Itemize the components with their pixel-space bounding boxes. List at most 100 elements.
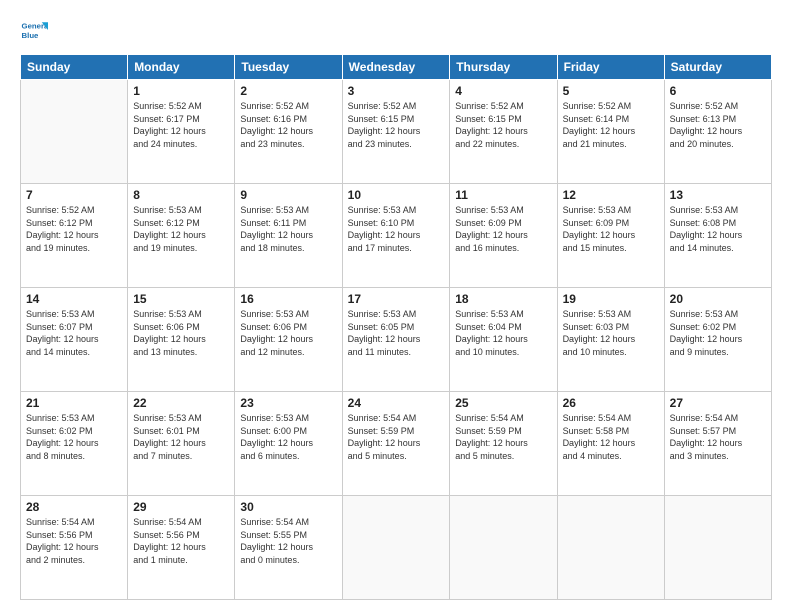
day-number: 12 bbox=[563, 188, 659, 202]
day-number: 8 bbox=[133, 188, 229, 202]
weekday-header-thursday: Thursday bbox=[450, 55, 557, 80]
day-detail: Sunrise: 5:53 AM Sunset: 6:08 PM Dayligh… bbox=[670, 204, 766, 254]
day-detail: Sunrise: 5:54 AM Sunset: 5:59 PM Dayligh… bbox=[455, 412, 551, 462]
day-detail: Sunrise: 5:53 AM Sunset: 6:12 PM Dayligh… bbox=[133, 204, 229, 254]
day-detail: Sunrise: 5:54 AM Sunset: 5:56 PM Dayligh… bbox=[26, 516, 122, 566]
calendar-cell: 3Sunrise: 5:52 AM Sunset: 6:15 PM Daylig… bbox=[342, 80, 450, 184]
week-row-3: 14 Sunrise: 5:53 AM Sunset: 6:07 PM Dayli… bbox=[21, 288, 772, 392]
day-number: 17 bbox=[348, 292, 445, 306]
day-number: 14 bbox=[26, 292, 122, 306]
calendar-cell bbox=[21, 80, 128, 184]
day-detail: Sunrise: 5:52 AM Sunset: 6:15 PM Dayligh… bbox=[455, 100, 551, 150]
day-number: 1 bbox=[133, 84, 229, 98]
calendar-cell: 1 Sunrise: 5:52 AM Sunset: 6:17 PM Daylig… bbox=[128, 80, 235, 184]
weekday-header-tuesday: Tuesday bbox=[235, 55, 342, 80]
calendar-cell: 24 Sunrise: 5:54 AM Sunset: 5:59 PM Dayli… bbox=[342, 392, 450, 496]
day-detail: Sunrise: 5:52 AM Sunset: 6:16 PM Dayligh… bbox=[240, 100, 336, 150]
day-number: 16 bbox=[240, 292, 336, 306]
page: General Blue SundayMondayTuesdayWednesda… bbox=[0, 0, 792, 612]
calendar-cell: 4 Sunrise: 5:52 AM Sunset: 6:15 PM Daylig… bbox=[450, 80, 557, 184]
calendar-cell: 10 Sunrise: 5:53 AM Sunset: 6:10 PM Dayli… bbox=[342, 184, 450, 288]
day-number: 7 bbox=[26, 188, 122, 202]
day-number: 11 bbox=[455, 188, 551, 202]
calendar-cell: 2 Sunrise: 5:52 AM Sunset: 6:16 PM Daylig… bbox=[235, 80, 342, 184]
calendar-cell: 6Sunrise: 5:52 AM Sunset: 6:13 PM Daylig… bbox=[664, 80, 771, 184]
day-detail: Sunrise: 5:53 AM Sunset: 6:03 PM Dayligh… bbox=[563, 308, 659, 358]
calendar-cell: 23 Sunrise: 5:53 AM Sunset: 6:00 PM Dayli… bbox=[235, 392, 342, 496]
day-detail: Sunrise: 5:53 AM Sunset: 6:09 PM Dayligh… bbox=[563, 204, 659, 254]
day-detail: Sunrise: 5:52 AM Sunset: 6:14 PM Dayligh… bbox=[563, 100, 659, 150]
day-detail: Sunrise: 5:52 AM Sunset: 6:15 PM Dayligh… bbox=[348, 100, 445, 150]
calendar-cell: 8 Sunrise: 5:53 AM Sunset: 6:12 PM Daylig… bbox=[128, 184, 235, 288]
day-detail: Sunrise: 5:53 AM Sunset: 6:06 PM Dayligh… bbox=[240, 308, 336, 358]
calendar-cell: 29 Sunrise: 5:54 AM Sunset: 5:56 PM Dayli… bbox=[128, 496, 235, 600]
weekday-header-saturday: Saturday bbox=[664, 55, 771, 80]
day-detail: Sunrise: 5:53 AM Sunset: 6:02 PM Dayligh… bbox=[26, 412, 122, 462]
week-row-4: 21 Sunrise: 5:53 AM Sunset: 6:02 PM Dayli… bbox=[21, 392, 772, 496]
day-number: 10 bbox=[348, 188, 445, 202]
day-detail: Sunrise: 5:53 AM Sunset: 6:05 PM Dayligh… bbox=[348, 308, 445, 358]
day-number: 26 bbox=[563, 396, 659, 410]
day-number: 13 bbox=[670, 188, 766, 202]
weekday-header-row: SundayMondayTuesdayWednesdayThursdayFrid… bbox=[21, 55, 772, 80]
day-number: 15 bbox=[133, 292, 229, 306]
calendar-cell: 28 Sunrise: 5:54 AM Sunset: 5:56 PM Dayli… bbox=[21, 496, 128, 600]
week-row-5: 28 Sunrise: 5:54 AM Sunset: 5:56 PM Dayli… bbox=[21, 496, 772, 600]
weekday-header-sunday: Sunday bbox=[21, 55, 128, 80]
day-number: 24 bbox=[348, 396, 445, 410]
day-number: 21 bbox=[26, 396, 122, 410]
day-number: 19 bbox=[563, 292, 659, 306]
calendar-cell: 12 Sunrise: 5:53 AM Sunset: 6:09 PM Dayli… bbox=[557, 184, 664, 288]
calendar-cell: 21 Sunrise: 5:53 AM Sunset: 6:02 PM Dayli… bbox=[21, 392, 128, 496]
calendar-table: SundayMondayTuesdayWednesdayThursdayFrid… bbox=[20, 54, 772, 600]
day-detail: Sunrise: 5:54 AM Sunset: 5:56 PM Dayligh… bbox=[133, 516, 229, 566]
day-detail: Sunrise: 5:52 AM Sunset: 6:13 PM Dayligh… bbox=[670, 100, 766, 150]
day-number: 2 bbox=[240, 84, 336, 98]
day-detail: Sunrise: 5:53 AM Sunset: 6:10 PM Dayligh… bbox=[348, 204, 445, 254]
weekday-header-monday: Monday bbox=[128, 55, 235, 80]
day-number: 22 bbox=[133, 396, 229, 410]
calendar-cell: 25 Sunrise: 5:54 AM Sunset: 5:59 PM Dayli… bbox=[450, 392, 557, 496]
day-detail: Sunrise: 5:52 AM Sunset: 6:17 PM Dayligh… bbox=[133, 100, 229, 150]
svg-text:Blue: Blue bbox=[22, 31, 40, 40]
day-detail: Sunrise: 5:54 AM Sunset: 5:57 PM Dayligh… bbox=[670, 412, 766, 462]
day-detail: Sunrise: 5:53 AM Sunset: 6:01 PM Dayligh… bbox=[133, 412, 229, 462]
calendar-cell: 20 Sunrise: 5:53 AM Sunset: 6:02 PM Dayli… bbox=[664, 288, 771, 392]
day-number: 27 bbox=[670, 396, 766, 410]
calendar-cell bbox=[342, 496, 450, 600]
day-detail: Sunrise: 5:53 AM Sunset: 6:07 PM Dayligh… bbox=[26, 308, 122, 358]
calendar-cell: 14 Sunrise: 5:53 AM Sunset: 6:07 PM Dayli… bbox=[21, 288, 128, 392]
day-number: 29 bbox=[133, 500, 229, 514]
day-detail: Sunrise: 5:53 AM Sunset: 6:00 PM Dayligh… bbox=[240, 412, 336, 462]
day-detail: Sunrise: 5:54 AM Sunset: 5:59 PM Dayligh… bbox=[348, 412, 445, 462]
day-number: 23 bbox=[240, 396, 336, 410]
calendar-cell: 15Sunrise: 5:53 AM Sunset: 6:06 PM Dayli… bbox=[128, 288, 235, 392]
day-number: 9 bbox=[240, 188, 336, 202]
weekday-header-wednesday: Wednesday bbox=[342, 55, 450, 80]
calendar-cell: 7 Sunrise: 5:52 AM Sunset: 6:12 PM Daylig… bbox=[21, 184, 128, 288]
day-detail: Sunrise: 5:53 AM Sunset: 6:11 PM Dayligh… bbox=[240, 204, 336, 254]
calendar-cell: 5 Sunrise: 5:52 AM Sunset: 6:14 PM Daylig… bbox=[557, 80, 664, 184]
calendar-cell: 17 Sunrise: 5:53 AM Sunset: 6:05 PM Dayli… bbox=[342, 288, 450, 392]
day-number: 5 bbox=[563, 84, 659, 98]
weekday-header-friday: Friday bbox=[557, 55, 664, 80]
calendar-cell: 13 Sunrise: 5:53 AM Sunset: 6:08 PM Dayli… bbox=[664, 184, 771, 288]
week-row-1: 1 Sunrise: 5:52 AM Sunset: 6:17 PM Daylig… bbox=[21, 80, 772, 184]
day-number: 28 bbox=[26, 500, 122, 514]
calendar-cell: 18Sunrise: 5:53 AM Sunset: 6:04 PM Dayli… bbox=[450, 288, 557, 392]
calendar-cell bbox=[664, 496, 771, 600]
calendar-cell: 26Sunrise: 5:54 AM Sunset: 5:58 PM Dayli… bbox=[557, 392, 664, 496]
day-number: 25 bbox=[455, 396, 551, 410]
day-number: 4 bbox=[455, 84, 551, 98]
day-number: 18 bbox=[455, 292, 551, 306]
day-detail: Sunrise: 5:53 AM Sunset: 6:02 PM Dayligh… bbox=[670, 308, 766, 358]
header: General Blue bbox=[20, 16, 772, 44]
calendar-cell: 11 Sunrise: 5:53 AM Sunset: 6:09 PM Dayli… bbox=[450, 184, 557, 288]
calendar-cell bbox=[557, 496, 664, 600]
day-detail: Sunrise: 5:54 AM Sunset: 5:55 PM Dayligh… bbox=[240, 516, 336, 566]
day-number: 20 bbox=[670, 292, 766, 306]
calendar-cell bbox=[450, 496, 557, 600]
calendar-cell: 30Sunrise: 5:54 AM Sunset: 5:55 PM Dayli… bbox=[235, 496, 342, 600]
day-detail: Sunrise: 5:52 AM Sunset: 6:12 PM Dayligh… bbox=[26, 204, 122, 254]
day-detail: Sunrise: 5:53 AM Sunset: 6:09 PM Dayligh… bbox=[455, 204, 551, 254]
